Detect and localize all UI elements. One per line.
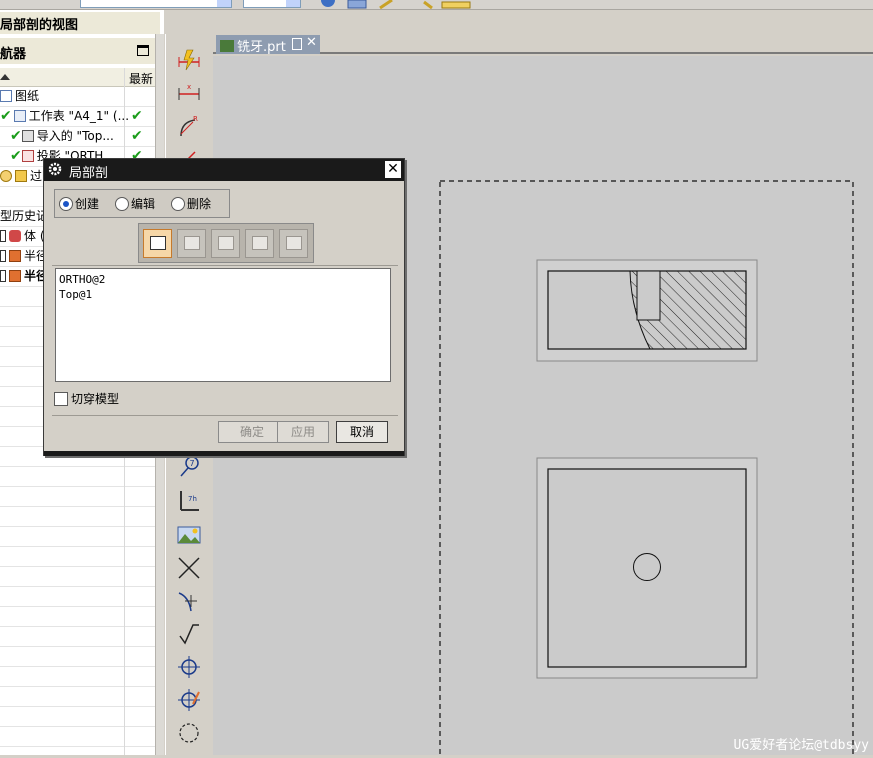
tree-row-sheet[interactable]: ✔ 工作表 "A4_1" (... ✔	[0, 107, 155, 127]
status-check-icon: ✔	[131, 128, 143, 144]
mode-radio-group: 创建 编辑 删除	[54, 189, 230, 218]
navigator-title: 航器	[0, 38, 160, 64]
specify-base-point-button[interactable]	[177, 229, 206, 258]
radius-feature-icon	[9, 270, 21, 282]
svg-text:x: x	[187, 83, 191, 91]
projected-view-icon	[21, 150, 34, 162]
radio-dot-icon	[59, 197, 73, 211]
radio-dot-icon	[115, 197, 129, 211]
cross-hatch-icon[interactable]	[177, 556, 201, 580]
watermark: UG爱好者论坛@tdbsyy	[733, 738, 869, 753]
dialog-title-bar[interactable]: 局部剖 ✕	[44, 159, 404, 181]
surface-finish-icon[interactable]	[177, 622, 201, 646]
modify-boundary-icon	[286, 236, 302, 250]
sort-arrow-icon[interactable]	[0, 74, 10, 80]
close-icon[interactable]: ✕	[306, 35, 317, 50]
close-icon[interactable]: ✕	[385, 161, 401, 178]
tree-row-imported-view[interactable]: ✔ 导入的 "Top... ✔	[0, 127, 155, 147]
cancel-button[interactable]: 取消	[336, 421, 388, 443]
circle-icon[interactable]	[177, 721, 201, 745]
svg-text:7: 7	[190, 459, 195, 468]
radio-edit[interactable]: 编辑	[115, 196, 155, 212]
cut-through-model-checkbox[interactable]: 切穿模型	[54, 390, 119, 407]
top-toolbar-icons[interactable]	[314, 0, 474, 10]
checkbox-icon	[0, 230, 6, 242]
radius-feature-icon	[9, 250, 21, 262]
extrusion-vector-icon	[218, 236, 234, 250]
top-combo-1[interactable]	[80, 0, 232, 8]
tree-row-drawing[interactable]: 图纸	[0, 87, 155, 107]
ok-button[interactable]: 确定	[218, 421, 286, 443]
divider	[52, 415, 398, 416]
svg-text:7h: 7h	[188, 495, 197, 503]
id-symbol-icon[interactable]: 7	[177, 455, 201, 479]
step-buttons	[138, 223, 314, 263]
checkbox-icon	[0, 250, 6, 262]
base-point-icon	[184, 236, 200, 250]
radius-dimension-icon[interactable]: R	[177, 114, 201, 138]
modify-boundary-button[interactable]	[279, 229, 308, 258]
local-section-dialog: 局部剖 ✕ 创建 编辑 删除 ORTHO@2 Top@1 切穿模型 确定 应用 …	[43, 158, 405, 456]
select-curves-icon	[252, 236, 268, 250]
apply-button[interactable]: 应用	[277, 421, 329, 443]
dialog-bottom-bar	[44, 451, 404, 456]
view-list[interactable]: ORTHO@2 Top@1	[55, 268, 391, 382]
bolt-circle-centerline-icon[interactable]	[177, 688, 201, 712]
list-item[interactable]: Top@1	[59, 287, 387, 302]
select-view-button[interactable]	[143, 229, 172, 258]
maximize-icon[interactable]	[137, 45, 149, 56]
drawing-icon	[0, 90, 12, 102]
radio-create[interactable]: 创建	[59, 196, 99, 212]
top-view	[536, 457, 758, 679]
part-icon	[220, 40, 234, 52]
sheet-icon	[13, 110, 26, 122]
datum-feature-icon[interactable]: 7h	[177, 489, 201, 513]
document-tab[interactable]: 铣牙.prt ✕	[216, 35, 320, 55]
top-combo-2[interactable]	[243, 0, 301, 8]
intersection-symbol-icon[interactable]	[177, 589, 201, 613]
radio-delete[interactable]: 删除	[171, 196, 211, 212]
radio-dot-icon	[171, 197, 185, 211]
horizontal-dimension-icon[interactable]: x	[177, 80, 201, 104]
list-item[interactable]: ORTHO@2	[59, 272, 387, 287]
dialog-title: 局部剖	[69, 166, 109, 181]
auto-dimension-icon[interactable]	[177, 48, 201, 72]
folder-icon	[15, 170, 27, 182]
image-icon[interactable]	[177, 523, 201, 547]
tab-modified-icon	[292, 38, 302, 50]
centerline-icon[interactable]	[177, 655, 201, 679]
ortho-view-section	[536, 259, 758, 362]
tab-label: 铣牙.prt	[237, 40, 286, 55]
specify-extrusion-vector-button[interactable]	[211, 229, 240, 258]
warning-icon	[0, 170, 12, 182]
svg-text:R: R	[193, 115, 198, 123]
select-view-icon	[150, 236, 166, 250]
status-check-icon: ✔	[131, 108, 143, 124]
column-latest[interactable]: 最新	[129, 70, 153, 87]
body-icon	[9, 230, 21, 242]
view-icon	[21, 130, 34, 142]
checkbox-icon	[54, 392, 68, 406]
select-curves-button[interactable]	[245, 229, 274, 258]
gear-icon	[48, 162, 62, 176]
panel-title: 局部剖的视图	[0, 12, 160, 34]
divider	[52, 265, 398, 266]
checkbox-icon	[0, 270, 6, 282]
